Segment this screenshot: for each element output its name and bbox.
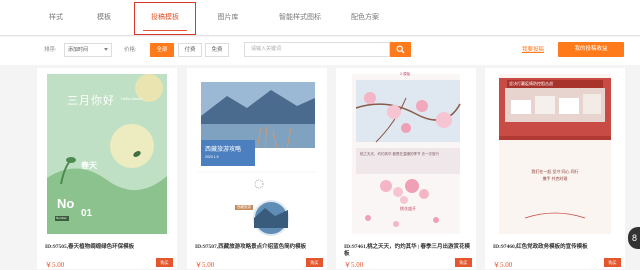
top-tab-bar: 样式 模板 投稿模板 图片库 智能样式图标 配色方案 (0, 0, 640, 36)
template-thumbnail[interactable]: 西藏旅游攻略 2020.1.5 西藏旅游 (187, 68, 327, 240)
thumb-top: X 模板 (400, 72, 411, 76)
thumb-season: 春天 (81, 161, 97, 170)
card-title[interactable]: ID:97461,桃之天天，灼灼其华 | 春季三月出游赏花模板 (344, 244, 472, 258)
search-input[interactable]: 请输入关键词 (244, 42, 390, 57)
thumb-badge: 西藏旅游 (235, 205, 253, 210)
card-title[interactable]: ID:97505,春天植物绸缎绿色环保模板 (45, 244, 173, 251)
buy-button[interactable]: 购买 (455, 258, 472, 267)
price-label: 价格: (124, 47, 137, 53)
template-thumbnail[interactable]: 三月你好 Hello March 春天 No 01 Number (37, 68, 177, 240)
thumb-tag: Number (56, 216, 67, 220)
thumb-no: No (57, 196, 75, 211)
tab-submission-templates[interactable]: 投稿模板 (134, 2, 196, 35)
chevron-down-icon (104, 48, 108, 51)
sort-label: 排序: (44, 47, 57, 53)
floating-side-button[interactable]: 8 (628, 227, 640, 249)
thumb-subheading: Hello March (121, 96, 143, 101)
thumb-banner: 西藏旅游攻略 (205, 147, 242, 153)
buy-button[interactable]: 购买 (306, 258, 323, 267)
tibet-travel-thumbnail (197, 82, 317, 236)
thumb-banner: 坚决打赢疫情防控阻击战 (507, 80, 603, 88)
tab-image-library[interactable]: 图片库 (206, 0, 250, 35)
red-party-thumbnail (499, 74, 611, 234)
price-all-button[interactable]: 全部 (150, 43, 174, 57)
template-thumbnail[interactable]: 坚决打赢疫情防控阻击战 我们在一起 坚守 同心 同行 携手 共克时艰 (485, 68, 625, 240)
thumb-number: 01 (81, 208, 93, 219)
card-title[interactable]: ID:97507,西藏旅游攻略景点介绍蓝色简约模板 (195, 244, 323, 251)
tab-styles[interactable]: 样式 (36, 0, 76, 35)
template-thumbnail[interactable]: X 模板 桃之天天，灼灼其华 都是在温暖的季节 去一次旅行 桃花盛开 (336, 68, 476, 240)
thumb-poem: 我们在一起 坚守 同心 同行 携手 共克时艰 (531, 169, 579, 181)
filter-bar: 排序: 添加时间 价格: 全部 付费 免费 请输入关键词 我要投稿 我的投稿收益 (0, 37, 640, 65)
price-paid-button[interactable]: 付费 (178, 43, 202, 57)
my-earnings-button[interactable]: 我的投稿收益 (558, 42, 624, 57)
thumb-quote: 桃之天天，灼灼其华 都是在温暖的季节 去一次旅行 (360, 152, 439, 156)
template-card[interactable]: 三月你好 Hello March 春天 No 01 Number ID:9750… (37, 68, 177, 269)
tab-color-schemes[interactable]: 配色方案 (340, 0, 390, 35)
template-card[interactable]: 西藏旅游攻略 2020.1.5 西藏旅游 ID:97507,西藏旅游攻略景点介绍… (187, 68, 327, 269)
template-card[interactable]: 坚决打赢疫情防控阻击战 我们在一起 坚守 同心 同行 携手 共克时艰 ID:97… (485, 68, 625, 269)
thumb-badge: 桃花盛开 (400, 206, 416, 211)
tab-smart-style-icons[interactable]: 智能样式图标 (262, 0, 338, 35)
search-icon (396, 45, 405, 54)
card-title[interactable]: ID:97460,红色党政政务模板的宣传模板 (493, 244, 621, 251)
search-button[interactable] (390, 42, 411, 57)
thumb-heading: 三月你好 (67, 95, 115, 107)
price-free-button[interactable]: 免费 (205, 43, 229, 57)
sort-select-value: 添加时间 (68, 47, 89, 53)
tab-templates[interactable]: 模板 (84, 0, 124, 35)
buy-button[interactable]: 购买 (156, 258, 173, 267)
buy-button[interactable]: 购买 (604, 258, 621, 267)
submit-link[interactable]: 我要投稿 (522, 45, 544, 53)
template-card[interactable]: X 模板 桃之天天，灼灼其华 都是在温暖的季节 去一次旅行 桃花盛开 ID:97… (336, 68, 476, 269)
sort-select[interactable]: 添加时间 (64, 43, 112, 57)
thumb-date: 2020.1.5 (205, 155, 219, 159)
